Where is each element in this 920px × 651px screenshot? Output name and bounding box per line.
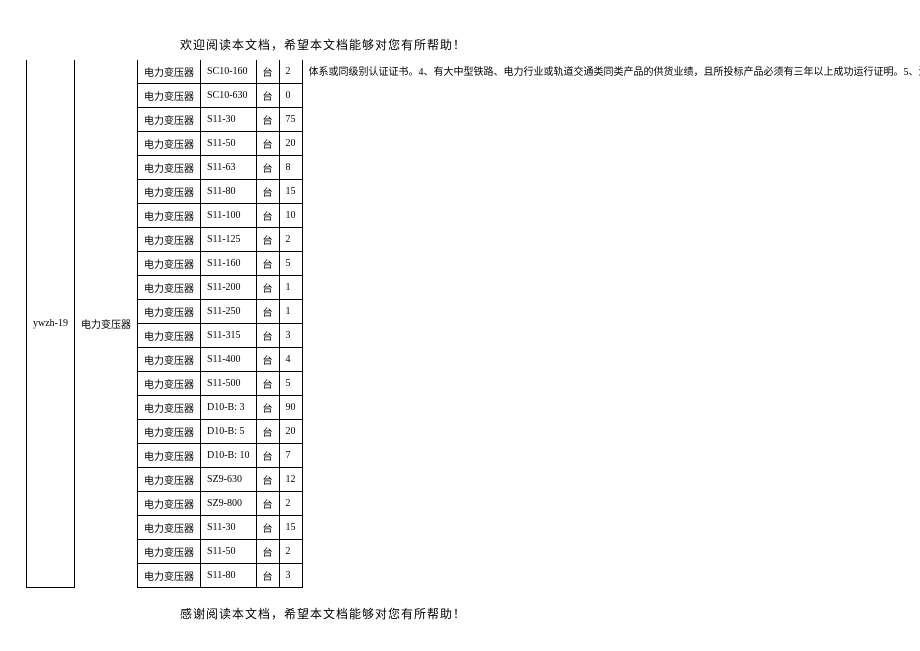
item-name-cell: 电力变压器 xyxy=(138,60,201,84)
item-model-cell: S11-160 xyxy=(201,252,257,276)
spacer-left xyxy=(14,60,27,588)
item-unit-cell: 台 xyxy=(256,84,279,108)
item-name-cell: 电力变压器 xyxy=(138,468,201,492)
item-qty-cell: 2 xyxy=(279,60,302,84)
item-name-cell: 电力变压器 xyxy=(138,204,201,228)
item-unit-cell: 台 xyxy=(256,204,279,228)
item-unit-cell: 台 xyxy=(256,132,279,156)
item-model-cell: S11-50 xyxy=(201,132,257,156)
item-unit-cell: 台 xyxy=(256,564,279,588)
row-id-cell: ywzh-19 xyxy=(27,60,75,588)
item-name-cell: 电力变压器 xyxy=(138,396,201,420)
item-unit-cell: 台 xyxy=(256,468,279,492)
item-model-cell: SZ9-800 xyxy=(201,492,257,516)
item-name-cell: 电力变压器 xyxy=(138,180,201,204)
item-model-cell: S11-50 xyxy=(201,540,257,564)
item-name-cell: 电力变压器 xyxy=(138,228,201,252)
description-cell: 体系或同级别认证证书。4、有大中型铁路、电力行业或轨道交通类同类产品的供货业绩，… xyxy=(302,60,920,588)
item-model-cell: SC10-160 xyxy=(201,60,257,84)
item-qty-cell: 5 xyxy=(279,252,302,276)
item-qty-cell: 1 xyxy=(279,276,302,300)
item-unit-cell: 台 xyxy=(256,492,279,516)
item-qty-cell: 10 xyxy=(279,204,302,228)
item-name-cell: 电力变压器 xyxy=(138,372,201,396)
item-model-cell: S11-80 xyxy=(201,180,257,204)
item-name-cell: 电力变压器 xyxy=(138,324,201,348)
table-row: ywzh-19电力变压器电力变压器SC10-160台2体系或同级别认证证书。4、… xyxy=(14,60,920,84)
item-model-cell: S11-63 xyxy=(201,156,257,180)
item-qty-cell: 2 xyxy=(279,228,302,252)
item-name-cell: 电力变压器 xyxy=(138,108,201,132)
item-unit-cell: 台 xyxy=(256,516,279,540)
item-unit-cell: 台 xyxy=(256,540,279,564)
item-qty-cell: 12 xyxy=(279,468,302,492)
item-qty-cell: 7 xyxy=(279,444,302,468)
item-model-cell: S11-315 xyxy=(201,324,257,348)
item-unit-cell: 台 xyxy=(256,156,279,180)
item-unit-cell: 台 xyxy=(256,372,279,396)
item-qty-cell: 20 xyxy=(279,132,302,156)
item-model-cell: D10-B: 3 xyxy=(201,396,257,420)
item-name-cell: 电力变压器 xyxy=(138,84,201,108)
item-model-cell: SC10-630 xyxy=(201,84,257,108)
footer-message: 感谢阅读本文档，希望本文档能够对您有所帮助！ xyxy=(180,605,466,622)
header-message: 欢迎阅读本文档，希望本文档能够对您有所帮助！ xyxy=(180,36,466,53)
item-qty-cell: 3 xyxy=(279,564,302,588)
item-model-cell: S11-30 xyxy=(201,516,257,540)
item-unit-cell: 台 xyxy=(256,228,279,252)
item-qty-cell: 5 xyxy=(279,372,302,396)
item-name-cell: 电力变压器 xyxy=(138,540,201,564)
item-model-cell: S11-125 xyxy=(201,228,257,252)
item-name-cell: 电力变压器 xyxy=(138,276,201,300)
transformer-spec-table: ywzh-19电力变压器电力变压器SC10-160台2体系或同级别认证证书。4、… xyxy=(14,60,920,588)
item-qty-cell: 2 xyxy=(279,492,302,516)
item-name-cell: 电力变压器 xyxy=(138,492,201,516)
item-qty-cell: 2 xyxy=(279,540,302,564)
item-model-cell: S11-400 xyxy=(201,348,257,372)
item-unit-cell: 台 xyxy=(256,300,279,324)
item-model-cell: S11-80 xyxy=(201,564,257,588)
item-unit-cell: 台 xyxy=(256,60,279,84)
item-name-cell: 电力变压器 xyxy=(138,444,201,468)
item-model-cell: D10-B: 10 xyxy=(201,444,257,468)
item-unit-cell: 台 xyxy=(256,348,279,372)
item-unit-cell: 台 xyxy=(256,252,279,276)
item-model-cell: S11-100 xyxy=(201,204,257,228)
item-qty-cell: 8 xyxy=(279,156,302,180)
item-unit-cell: 台 xyxy=(256,180,279,204)
item-model-cell: S11-250 xyxy=(201,300,257,324)
item-model-cell: SZ9-630 xyxy=(201,468,257,492)
item-qty-cell: 1 xyxy=(279,300,302,324)
item-name-cell: 电力变压器 xyxy=(138,300,201,324)
item-name-cell: 电力变压器 xyxy=(138,132,201,156)
item-unit-cell: 台 xyxy=(256,108,279,132)
item-model-cell: S11-30 xyxy=(201,108,257,132)
item-name-cell: 电力变压器 xyxy=(138,516,201,540)
item-unit-cell: 台 xyxy=(256,420,279,444)
item-name-cell: 电力变压器 xyxy=(138,564,201,588)
item-model-cell: D10-B: 5 xyxy=(201,420,257,444)
item-name-cell: 电力变压器 xyxy=(138,420,201,444)
item-qty-cell: 0 xyxy=(279,84,302,108)
item-unit-cell: 台 xyxy=(256,444,279,468)
category-cell: 电力变压器 xyxy=(75,60,138,588)
item-name-cell: 电力变压器 xyxy=(138,348,201,372)
item-qty-cell: 75 xyxy=(279,108,302,132)
item-qty-cell: 4 xyxy=(279,348,302,372)
item-qty-cell: 15 xyxy=(279,516,302,540)
item-qty-cell: 90 xyxy=(279,396,302,420)
item-model-cell: S11-200 xyxy=(201,276,257,300)
item-qty-cell: 15 xyxy=(279,180,302,204)
item-unit-cell: 台 xyxy=(256,324,279,348)
item-unit-cell: 台 xyxy=(256,276,279,300)
item-unit-cell: 台 xyxy=(256,396,279,420)
item-name-cell: 电力变压器 xyxy=(138,252,201,276)
item-qty-cell: 3 xyxy=(279,324,302,348)
item-model-cell: S11-500 xyxy=(201,372,257,396)
item-qty-cell: 20 xyxy=(279,420,302,444)
item-name-cell: 电力变压器 xyxy=(138,156,201,180)
